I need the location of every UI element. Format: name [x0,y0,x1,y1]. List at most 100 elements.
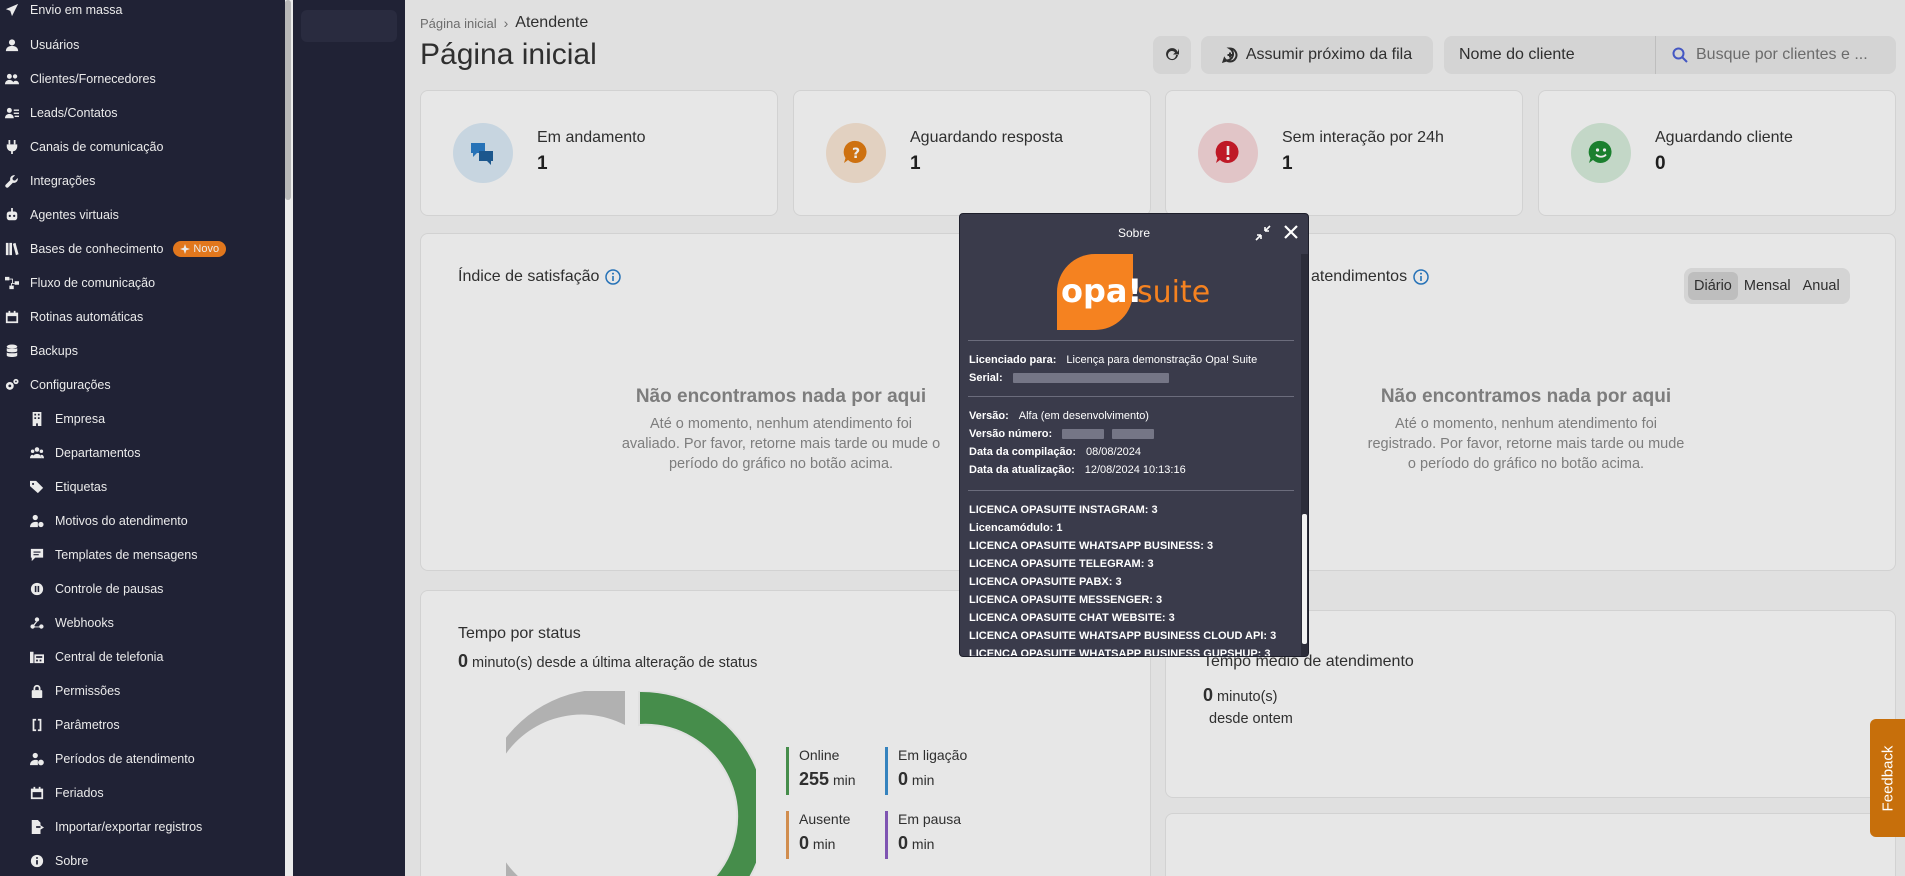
contacts-icon [4,105,20,121]
period-monthly-button[interactable]: Mensal [1738,272,1797,300]
compress-icon[interactable] [1254,224,1272,242]
sidebar-item-label: Fluxo de comunicação [30,276,156,290]
sidebar-item-label: Motivos do atendimento [55,514,188,528]
sidebar-item-label: Webhooks [55,616,114,630]
sidebar-item-templates[interactable]: Templates de mensagens [0,543,197,567]
licensed-to-row: Licenciado para: Licença para demonstraçã… [969,354,1258,366]
sidebar-item-label: Etiquetas [55,480,108,494]
sidebar-item-label: Parâmetros [55,718,120,732]
close-icon[interactable] [1281,222,1301,242]
info-icon[interactable] [1413,269,1429,285]
plug-icon [4,139,20,155]
empty-state-title: Não encontramos nada por aqui [635,386,927,407]
building-icon [29,411,45,427]
stat-label: Sem interação por 24h [1282,129,1444,146]
sidebar-item-label: Permissões [55,684,121,698]
modal-scrollbar-thumb[interactable] [1302,514,1307,644]
version-row: Versão: Alfa (em desenvolvimento) [969,410,1149,422]
sidebar-item-clientes[interactable]: Clientes/Fornecedores [0,67,156,91]
message-icon [29,547,45,563]
sidebar-item-motivos[interactable]: Motivos do atendimento [0,509,188,533]
lock-icon [29,683,45,699]
stat-label: Aguardando resposta [910,129,1063,146]
legend-ausente: Ausente 0 min [786,811,850,859]
sidebar-item-pausas[interactable]: Controle de pausas [0,577,163,601]
bottom-card [1165,813,1896,876]
sidebar-item-etiquetas[interactable]: Etiquetas [0,475,107,499]
stat-card-aguardando-resposta[interactable]: ? Aguardando resposta 1 [793,90,1151,216]
breadcrumb-root[interactable]: Página inicial [420,16,497,31]
fax-icon [29,649,45,665]
feedback-button[interactable]: Feedback [1870,719,1905,837]
books-icon [4,241,20,257]
empty-state-title: Não encontramos nada por aqui [1380,386,1672,407]
sidebar-item-departamentos[interactable]: Departamentos [0,441,140,465]
question-icon: ? [826,123,886,183]
sidebar-item-fluxo[interactable]: Fluxo de comunicação [0,271,155,295]
secondary-panel-selected[interactable] [301,10,397,42]
stat-value: 1 [1282,153,1293,174]
sidebar-item-label: Feriados [55,786,104,800]
calendar-icon [4,309,20,325]
sidebar-item-integracoes[interactable]: Integrações [0,169,95,193]
sidebar-item-empresa[interactable]: Empresa [0,407,105,431]
stat-label: Em andamento [537,129,646,146]
divider [968,340,1294,341]
gears-icon [4,377,20,393]
sidebar-scrollbar-thumb[interactable] [285,0,291,200]
sidebar-item-bases[interactable]: Bases de conhecimento Novo [0,237,227,261]
empty-state-description: Até o momento, nenhum atendimento foi av… [621,416,941,472]
sidebar-item-feriados[interactable]: Feriados [0,781,104,805]
sidebar-item-sobre[interactable]: Sobre [0,849,88,873]
sidebar-item-label: Integrações [30,174,96,188]
sidebar-item-parametros[interactable]: Parâmetros [0,713,120,737]
sidebar-item-envio-em-massa[interactable]: Envio em massa [0,0,122,22]
stat-card-em-andamento[interactable]: Em andamento 1 [420,90,778,216]
about-modal: Sobre opa! suite Licenciado para: Licença… [959,213,1309,657]
sidebar-item-label: Importar/exportar registros [55,820,203,834]
sidebar-item-label: Usuários [30,38,80,52]
sidebar-item-telefonia[interactable]: Central de telefonia [0,645,163,669]
breadcrumb: Página inicial › Atendente [420,14,588,32]
search-field-select[interactable]: Nome do cliente [1444,36,1656,74]
time-status-title: Tempo por status [458,625,581,642]
donut-segment-online [638,691,756,876]
period-daily-button[interactable]: Diário [1688,272,1738,300]
version-number-redacted [1062,429,1105,439]
license-line: LICENCA OPASUITE WHATSAPP BUSINESS: 3 [969,540,1214,552]
info-icon[interactable] [605,269,622,285]
sidebar-item-permissoes[interactable]: Permissões [0,679,120,703]
sidebar-item-importar[interactable]: Importar/exportar registros [0,815,202,839]
avg-time-value: 0 minuto(s) [1203,685,1278,705]
assume-next-button[interactable]: Assumir próximo da fila [1201,36,1433,74]
sidebar-item-label: Períodos de atendimento [55,752,195,766]
sidebar-item-webhooks[interactable]: Webhooks [0,611,114,635]
sidebar-item-label: Bases de conhecimento [30,242,164,256]
stat-card-aguardando-cliente[interactable]: Aguardando cliente 0 [1538,90,1896,216]
stat-label: Aguardando cliente [1655,129,1793,146]
sidebar-item-label: Leads/Contatos [30,106,118,120]
avg-time-since: desde ontem [1209,711,1293,727]
sidebar-item-label: Templates de mensagens [55,548,198,562]
sidebar-item-leads[interactable]: Leads/Contatos [0,101,118,125]
period-toggle: Diário Mensal Anual [1684,268,1850,304]
period-yearly-button[interactable]: Anual [1797,272,1846,300]
sidebar-item-periodos[interactable]: Períodos de atendimento [0,747,195,771]
sidebar-item-label: Clientes/Fornecedores [30,72,156,86]
robot-icon [4,207,20,223]
wrench-icon [4,173,20,189]
sidebar-item-configuracoes[interactable]: Configurações [0,373,111,397]
license-line: LICENCA OPASUITE TELEGRAM: 3 [969,558,1154,570]
sidebar-item-agentes[interactable]: Agentes virtuais [0,203,119,227]
brackets-icon [29,717,45,733]
divider [968,490,1294,491]
stat-card-sem-interacao[interactable]: Sem interação por 24h 1 [1165,90,1523,216]
attendances-title: atendimentos [1311,268,1429,286]
sidebar-item-canais[interactable]: Canais de comunicação [0,135,163,159]
sidebar-item-backups[interactable]: Backups [0,339,78,363]
status-donut-chart [506,691,756,876]
sidebar-item-rotinas[interactable]: Rotinas automáticas [0,305,143,329]
refresh-button[interactable] [1153,36,1191,74]
search-input[interactable] [1696,46,1896,64]
sidebar-item-usuarios[interactable]: Usuários [0,33,79,57]
